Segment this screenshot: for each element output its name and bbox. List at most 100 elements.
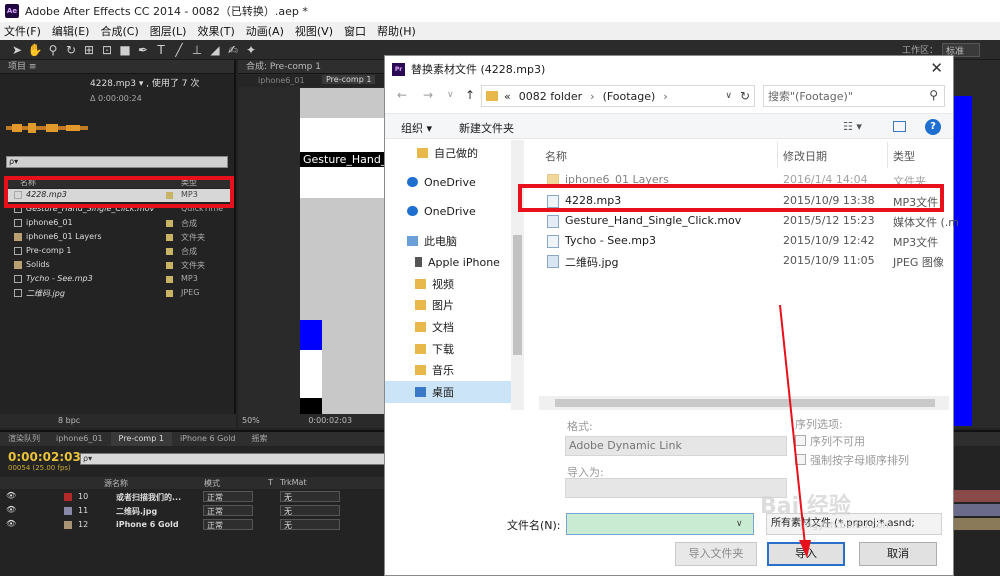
roto-tool-icon[interactable]: ✍ xyxy=(224,43,242,57)
menu-composition[interactable]: 合成(C) xyxy=(100,23,138,39)
scrollbar-thumb[interactable] xyxy=(513,235,522,355)
refresh-icon[interactable]: ↻ xyxy=(740,89,750,103)
camera-tool-icon[interactable]: ⊞ xyxy=(80,43,98,57)
breadcrumb-footage[interactable]: (Footage) xyxy=(603,90,656,103)
eraser-tool-icon[interactable]: ◢ xyxy=(206,43,224,57)
address-bar[interactable]: « 0082 folder › (Footage) › ∨ ↻ xyxy=(481,85,755,107)
scrollbar-thumb[interactable] xyxy=(555,399,935,407)
composition-time[interactable]: 0:00:02:03 xyxy=(308,416,352,425)
chevron-down-icon[interactable]: ∨ xyxy=(725,91,732,101)
file-row-qrcode-jpg[interactable]: 二维码.jpg 2015/10/9 11:05 JPEG 图像 xyxy=(539,251,949,271)
chevron-down-icon[interactable]: ∨ xyxy=(736,519,743,529)
col-trkmat[interactable]: TrkMat xyxy=(280,478,307,487)
sequence-checkbox[interactable] xyxy=(795,435,806,446)
nav-item-desktop[interactable]: 桌面 xyxy=(385,381,511,403)
navigation-scrollbar[interactable] xyxy=(511,140,524,410)
project-bpc-indicator[interactable]: 8 bpc xyxy=(0,414,236,428)
tab-iphone6[interactable]: iphone6_01 xyxy=(48,432,111,446)
breadcrumb-0082-folder[interactable]: 0082 folder xyxy=(519,90,582,103)
layer-duration-bar[interactable] xyxy=(954,518,1000,530)
file-row-tycho-mp3[interactable]: Tycho - See.mp3 2015/10/9 12:42 MP3文件 xyxy=(539,231,949,251)
nav-item-documents[interactable]: 文档 xyxy=(385,316,511,338)
tab-search[interactable]: 摇索 xyxy=(244,432,276,446)
import-as-select[interactable] xyxy=(565,478,787,498)
pen-tool-icon[interactable]: ✒ xyxy=(134,43,152,57)
nav-item-downloads[interactable]: 下载 xyxy=(385,338,511,360)
type-tool-icon[interactable]: T xyxy=(152,43,170,57)
col-t[interactable]: T xyxy=(268,478,273,487)
nav-item-onedrive[interactable]: OneDrive xyxy=(385,171,511,193)
subtab-precomp[interactable]: Pre-comp 1 xyxy=(322,75,376,84)
column-type-header[interactable]: 类型 xyxy=(893,148,915,164)
filename-input[interactable] xyxy=(566,513,754,535)
column-divider[interactable] xyxy=(777,142,778,168)
organize-button[interactable]: 组织 ▾ xyxy=(401,120,432,136)
visibility-eye-icon[interactable]: 👁 xyxy=(6,491,16,500)
project-tab[interactable]: 项目 ≡ xyxy=(0,60,234,74)
tab-precomp[interactable]: Pre-comp 1 xyxy=(110,432,172,446)
nav-item-videos[interactable]: 视频 xyxy=(385,273,511,295)
timeline-layer-row[interactable]: 👁 10 或者扫描我们的... 正常 无 xyxy=(0,490,386,504)
column-divider[interactable] xyxy=(887,142,888,168)
horizontal-scrollbar[interactable] xyxy=(539,396,949,410)
nav-item-this-pc[interactable]: 此电脑 xyxy=(385,230,511,252)
up-arrow-icon[interactable]: ↑ xyxy=(465,88,475,102)
nav-item-pictures[interactable]: 图片 xyxy=(385,294,511,316)
project-row-solids[interactable]: Solids 文件夹 xyxy=(6,259,230,272)
preview-pane-icon[interactable] xyxy=(893,121,906,132)
cancel-button[interactable]: 取消 xyxy=(859,542,937,566)
nav-item-music[interactable]: 音乐 xyxy=(385,359,511,381)
subtab-iphone6[interactable]: iphone6_01 xyxy=(258,76,305,85)
zoom-level[interactable]: 50% xyxy=(242,416,260,425)
menu-view[interactable]: 视图(V) xyxy=(295,23,333,39)
project-row-tycho[interactable]: Tycho - See.mp3 MP3 xyxy=(6,273,230,286)
nav-item-custom[interactable]: 自己做的 xyxy=(385,142,511,164)
project-row-qrcode[interactable]: 二维码.jpg JPEG xyxy=(6,287,230,300)
selection-tool-icon[interactable]: ➤ xyxy=(8,43,26,57)
import-button[interactable]: 导入 xyxy=(767,542,845,566)
file-row-gesture-mov[interactable]: Gesture_Hand_Single_Click.mov 2015/5/12 … xyxy=(539,211,959,231)
visibility-eye-icon[interactable]: 👁 xyxy=(6,519,16,528)
brush-tool-icon[interactable]: ╱ xyxy=(170,43,188,57)
shape-tool-icon[interactable]: ■ xyxy=(116,43,134,57)
tab-render-queue[interactable]: 渲染队列 xyxy=(0,432,48,446)
format-select[interactable]: Adobe Dynamic Link xyxy=(565,436,787,456)
column-date-header[interactable]: 修改日期 xyxy=(783,148,827,164)
search-icon[interactable]: ⚲ xyxy=(929,88,938,102)
back-arrow-icon[interactable]: ← xyxy=(397,88,407,102)
nav-item-onedrive[interactable]: OneDrive xyxy=(385,200,511,222)
project-row-precomp[interactable]: Pre-comp 1 合成 xyxy=(6,245,230,258)
tab-iphone6-gold[interactable]: iPhone 6 Gold xyxy=(172,432,244,446)
column-name-header[interactable]: 名称 xyxy=(545,148,567,164)
new-folder-button[interactable]: 新建文件夹 xyxy=(459,120,514,136)
composition-canvas[interactable] xyxy=(300,88,384,418)
project-search-input[interactable]: ρ▾ xyxy=(6,156,228,168)
forward-arrow-icon[interactable]: → xyxy=(423,88,433,102)
visibility-eye-icon[interactable]: 👁 xyxy=(6,505,16,514)
rotate-tool-icon[interactable]: ↻ xyxy=(62,43,80,57)
menu-effect[interactable]: 效果(T) xyxy=(197,23,234,39)
timeline-layer-row[interactable]: 👁 11 二维码.jpg 正常 无 xyxy=(0,504,386,518)
puppet-tool-icon[interactable]: ✦ xyxy=(242,43,260,57)
menu-animation[interactable]: 动画(A) xyxy=(246,23,284,39)
composition-tab[interactable]: 合成: Pre-comp 1 xyxy=(238,60,384,74)
layer-duration-bar[interactable] xyxy=(954,504,1000,516)
view-options-icon[interactable]: ☷ ▾ xyxy=(843,120,862,133)
project-row-iphone6[interactable]: iphone6_01 合成 xyxy=(6,217,230,230)
import-folder-button[interactable]: 导入文件夹 xyxy=(675,542,757,566)
project-row-layers-folder[interactable]: iphone6_01 Layers 文件夹 xyxy=(6,231,230,244)
force-alphabetical-checkbox[interactable] xyxy=(795,454,806,465)
menu-help[interactable]: 帮助(H) xyxy=(377,23,416,39)
timeline-search-input[interactable]: ρ▾ xyxy=(80,453,386,465)
clone-tool-icon[interactable]: ⊥ xyxy=(188,43,206,57)
pan-behind-tool-icon[interactable]: ⊡ xyxy=(98,43,116,57)
col-mode[interactable]: 模式 xyxy=(204,478,220,489)
timeline-layer-row[interactable]: 👁 12 iPhone 6 Gold 正常 无 xyxy=(0,518,386,532)
search-input[interactable]: 搜索"(Footage)" ⚲ xyxy=(763,85,945,107)
nav-item-apple-iphone[interactable]: Apple iPhone xyxy=(385,251,511,273)
layer-duration-bar[interactable] xyxy=(954,490,1000,502)
menu-layer[interactable]: 图层(L) xyxy=(150,23,187,39)
close-icon[interactable]: ✕ xyxy=(930,59,943,77)
help-icon[interactable]: ? xyxy=(925,119,941,135)
menu-window[interactable]: 窗口 xyxy=(344,23,366,39)
